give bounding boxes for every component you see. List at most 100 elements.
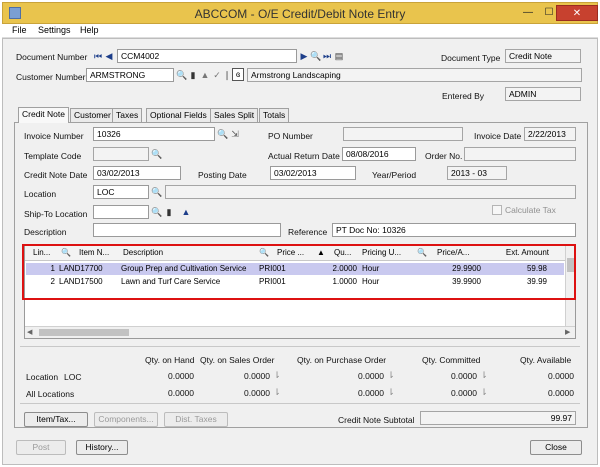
- all-committed-drilldown-icon[interactable]: ⇂: [479, 386, 489, 398]
- new-document-icon[interactable]: ▤: [334, 50, 344, 62]
- description-label: Description: [24, 227, 67, 237]
- post-button[interactable]: Post: [16, 440, 66, 455]
- column-search-icon[interactable]: 🔍: [61, 246, 73, 261]
- search-icon[interactable]: 🔍: [310, 50, 321, 62]
- template-code-label: Template Code: [24, 151, 82, 161]
- row1-line: 1: [50, 264, 55, 273]
- dist-taxes-button[interactable]: Dist. Taxes: [164, 412, 228, 427]
- column-header-price-per[interactable]: Price/A...: [437, 246, 481, 261]
- column-header-ext-amount[interactable]: Ext. Amount: [495, 246, 549, 261]
- history-button[interactable]: History...: [76, 440, 128, 455]
- customer-check-icon[interactable]: ✓: [212, 69, 222, 81]
- column-header-line[interactable]: Lin...: [33, 246, 61, 261]
- document-number-field[interactable]: CCM4002: [117, 49, 297, 63]
- scroll-thumb-horizontal[interactable]: [39, 329, 129, 336]
- customer-search-icon[interactable]: 🔍: [176, 69, 187, 81]
- row2-ext-amount: 39.99: [526, 277, 547, 286]
- unit-search-icon[interactable]: 🔍: [417, 246, 429, 261]
- menu-settings[interactable]: Settings: [38, 25, 71, 35]
- template-search-icon[interactable]: 🔍: [151, 148, 162, 160]
- invoice-search-icon[interactable]: 🔍: [217, 128, 228, 140]
- window-title: ABCCOM - O/E Credit/Debit Note Entry: [194, 7, 406, 21]
- customer-number-field[interactable]: ARMSTRONG: [86, 68, 174, 82]
- tab-optional-fields[interactable]: Optional Fields: [146, 108, 211, 122]
- description-field[interactable]: [93, 223, 281, 237]
- tab-customer[interactable]: Customer: [70, 108, 115, 122]
- ship-to-search-icon[interactable]: 🔍: [151, 206, 162, 218]
- first-record-icon[interactable]: ⏮: [93, 50, 103, 62]
- close-button[interactable]: Close: [530, 440, 582, 455]
- posting-date-field[interactable]: 03/02/2013: [270, 166, 356, 180]
- customer-up-icon[interactable]: ▲: [200, 69, 210, 81]
- all-qty-purchase-order: 0.0000: [358, 388, 384, 398]
- document-type-label: Document Type: [441, 53, 501, 63]
- customer-document-icon[interactable]: ▮: [188, 69, 198, 81]
- row1-price-per: 29.9900: [452, 264, 481, 273]
- credit-note-date-field[interactable]: 03/02/2013: [93, 166, 181, 180]
- all-sales-order-drilldown-icon[interactable]: ⇂: [272, 386, 282, 398]
- calculate-tax-checkbox[interactable]: [492, 205, 502, 215]
- template-code-field: [93, 147, 149, 161]
- last-record-icon[interactable]: ⏭: [322, 50, 332, 62]
- ship-to-up-icon[interactable]: ▲: [181, 206, 191, 218]
- column-header-pricing-unit[interactable]: Pricing U...: [362, 246, 416, 261]
- maximize-button[interactable]: ☐: [541, 5, 557, 21]
- column-header-item-number[interactable]: Item N...: [79, 246, 123, 261]
- row1-pricing-unit: Hour: [362, 264, 380, 273]
- menu-help[interactable]: Help: [80, 25, 99, 35]
- subtotal-label: Credit Note Subtotal: [338, 415, 415, 425]
- summary-location-label: Location: [26, 372, 59, 382]
- invoice-number-field[interactable]: 10326: [93, 127, 215, 141]
- row1-description: Group Prep and Cultivation Service: [121, 264, 247, 273]
- tab-totals[interactable]: Totals: [259, 108, 290, 122]
- summary-header-on-hand: Qty. on Hand: [145, 355, 195, 365]
- customer-zoom-icon[interactable]: ɞ: [232, 68, 244, 81]
- year-period-label: Year/Period: [372, 170, 417, 180]
- all-purchase-order-drilldown-icon[interactable]: ⇂: [386, 386, 396, 398]
- divider: [20, 403, 580, 404]
- menu-file[interactable]: File: [12, 25, 27, 35]
- sales-order-drilldown-icon[interactable]: ⇂: [272, 369, 282, 381]
- tab-taxes[interactable]: Taxes: [112, 108, 143, 122]
- scroll-left-icon[interactable]: ◀: [27, 328, 32, 336]
- ship-to-location-field[interactable]: [93, 205, 149, 219]
- reference-field[interactable]: PT Doc No: 10326: [332, 223, 576, 237]
- scroll-right-icon[interactable]: ▶: [565, 328, 570, 336]
- close-window-button[interactable]: ✕: [556, 5, 598, 21]
- item-tax-button[interactable]: Item/Tax...: [24, 412, 88, 427]
- price-search-icon[interactable]: 🔍: [259, 246, 271, 261]
- location-qty-committed: 0.0000: [451, 371, 477, 381]
- sort-up-icon[interactable]: ▲: [317, 246, 327, 261]
- entered-by-label: Entered By: [442, 91, 485, 101]
- scroll-thumb[interactable]: [567, 258, 574, 272]
- minimize-button[interactable]: —: [517, 5, 539, 21]
- divider: [20, 346, 580, 347]
- column-header-price-list[interactable]: Price ...: [277, 246, 317, 261]
- column-header-quantity[interactable]: Qu...: [334, 246, 362, 261]
- calculate-tax-label: Calculate Tax: [505, 205, 556, 215]
- components-button[interactable]: Components...: [94, 412, 158, 427]
- next-record-icon[interactable]: ▶: [299, 50, 309, 62]
- customer-name-field: Armstrong Landscaping: [247, 68, 582, 82]
- purchase-order-drilldown-icon[interactable]: ⇂: [386, 369, 396, 381]
- location-qty-purchase-order: 0.0000: [358, 371, 384, 381]
- actual-return-date-field[interactable]: 08/08/2016: [342, 147, 416, 161]
- tab-credit-note[interactable]: Credit Note: [18, 107, 69, 123]
- customer-info-icon[interactable]: ❘: [222, 69, 232, 81]
- location-search-icon[interactable]: 🔍: [151, 186, 162, 198]
- column-header-description[interactable]: Description: [123, 246, 253, 261]
- location-qty-available: 0.0000: [548, 371, 574, 381]
- row2-description: Lawn and Turf Care Service: [121, 277, 221, 286]
- invoice-drilldown-icon[interactable]: ⇲: [230, 128, 240, 140]
- horizontal-scrollbar[interactable]: ◀ ▶: [25, 326, 575, 338]
- location-field[interactable]: LOC: [93, 185, 149, 199]
- invoice-date-label: Invoice Date: [474, 131, 522, 141]
- previous-record-icon[interactable]: ◀: [104, 50, 114, 62]
- location-qty-on-hand: 0.0000: [168, 371, 194, 381]
- committed-drilldown-icon[interactable]: ⇂: [479, 369, 489, 381]
- ship-to-document-icon[interactable]: ▮: [164, 206, 174, 218]
- summary-header-sales-order: Qty. on Sales Order: [200, 355, 275, 365]
- vertical-scrollbar[interactable]: [565, 246, 575, 326]
- all-qty-on-hand: 0.0000: [168, 388, 194, 398]
- tab-sales-split[interactable]: Sales Split: [210, 108, 259, 122]
